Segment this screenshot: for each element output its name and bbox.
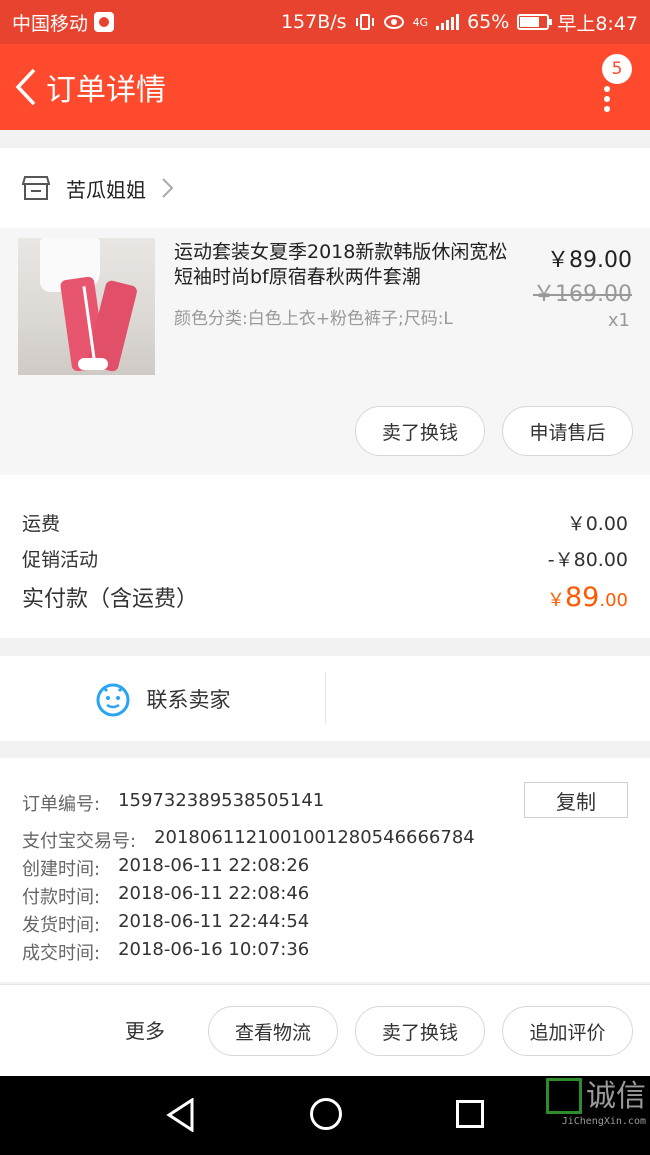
created-label: 创建时间:	[22, 859, 101, 880]
shop-icon	[22, 176, 50, 200]
sell-button[interactable]: 卖了换钱	[355, 406, 485, 456]
chevron-right-icon	[162, 178, 174, 198]
battery-icon	[517, 14, 553, 30]
carrier-label: 中国移动	[12, 12, 89, 35]
network-type: 4G	[412, 15, 429, 29]
view-logistics-button[interactable]: 查看物流	[208, 1006, 338, 1056]
promo-label: 促销活动	[22, 549, 99, 571]
sell-resale-button[interactable]: 卖了换钱	[355, 1006, 485, 1056]
order-no-label: 订单编号:	[22, 794, 101, 815]
more-button[interactable]: 更多	[125, 1015, 165, 1044]
total-currency: ￥	[547, 590, 565, 611]
eye-icon	[383, 15, 404, 29]
system-nav-bar: 诚信 JiChengXin.com	[0, 1076, 650, 1155]
after-sale-button[interactable]: 申请售后	[502, 406, 633, 456]
order-info: 订单编号: 159732389538505141 复制 支付宝交易号: 2018…	[0, 758, 650, 982]
completed-time: 2018-06-16 10:07:36	[118, 939, 310, 960]
nav-recent-icon[interactable]	[456, 1100, 484, 1128]
total-value: ￥89.00	[547, 582, 628, 613]
nav-back-icon[interactable]	[166, 1098, 196, 1132]
notification-badge: 5	[602, 54, 632, 84]
created-time: 2018-06-11 22:08:26	[118, 855, 310, 876]
shipping-label: 运费	[22, 513, 61, 535]
total-int: 89	[565, 582, 600, 613]
fee-summary: 运费 ￥0.00 促销活动 -￥80.00 实付款（含运费） ￥89.00	[0, 475, 650, 638]
product-original-price: ￥169.00	[533, 282, 632, 307]
product-title[interactable]: 运动套装女夏季2018新款韩版休闲宽松短袖时尚bf原宿春秋两件套潮	[174, 240, 514, 290]
shipped-time: 2018-06-11 22:44:54	[118, 911, 310, 932]
battery-percent: 65%	[467, 11, 510, 33]
copy-button[interactable]: 复制	[524, 782, 628, 818]
status-bar: 中国移动 157B/s 4G 65% 早上8:47	[0, 0, 650, 44]
watermark-sub: JiChengXin.com	[561, 1116, 646, 1127]
bottom-action-bar: 更多 查看物流 卖了换钱 追加评价	[0, 984, 650, 1076]
contact-seller-button[interactable]: 联系卖家	[0, 656, 325, 741]
app-notification-icon	[94, 12, 115, 32]
page-title: 订单详情	[46, 73, 166, 108]
shop-row[interactable]: 苦瓜姐姐	[0, 148, 650, 228]
watermark-text: 诚信	[586, 1079, 646, 1114]
vibrate-icon	[355, 14, 374, 30]
total-dec: .00	[599, 590, 628, 611]
product-sku: 颜色分类:白色上衣+粉色裤子;尺码:L	[174, 309, 453, 329]
network-speed: 157B/s	[280, 11, 347, 33]
product-card[interactable]: 运动套装女夏季2018新款韩版休闲宽松短袖时尚bf原宿春秋两件套潮 颜色分类:白…	[0, 228, 650, 475]
nav-home-icon[interactable]	[310, 1098, 342, 1130]
chat-face-icon	[96, 683, 129, 716]
product-image[interactable]	[18, 238, 155, 375]
contact-section: 联系卖家	[0, 656, 650, 741]
watermark: 诚信	[546, 1078, 646, 1116]
back-arrow-icon[interactable]	[2, 57, 50, 117]
order-no: 159732389538505141	[118, 790, 325, 811]
alipay-no: 2018061121001001280546666784	[154, 827, 475, 848]
shipping-value: ￥0.00	[566, 513, 628, 535]
add-review-button[interactable]: 追加评价	[502, 1006, 633, 1056]
paid-time: 2018-06-11 22:08:46	[118, 883, 310, 904]
promo-value: -￥80.00	[547, 549, 628, 571]
alipay-label: 支付宝交易号:	[22, 831, 137, 852]
completed-label: 成交时间:	[22, 943, 101, 964]
total-label: 实付款（含运费）	[22, 587, 199, 612]
shipped-label: 发货时间:	[22, 915, 101, 936]
paid-label: 付款时间:	[22, 887, 101, 908]
signal-icon	[436, 14, 460, 30]
watermark-logo	[546, 1078, 582, 1114]
product-quantity: x1	[607, 310, 630, 331]
shop-name: 苦瓜姐姐	[66, 177, 146, 202]
product-price: ￥89.00	[547, 248, 632, 273]
title-bar: 订单详情 5	[0, 44, 650, 130]
clock: 早上8:47	[557, 12, 638, 35]
divider	[325, 672, 326, 724]
contact-seller-label: 联系卖家	[146, 687, 231, 712]
